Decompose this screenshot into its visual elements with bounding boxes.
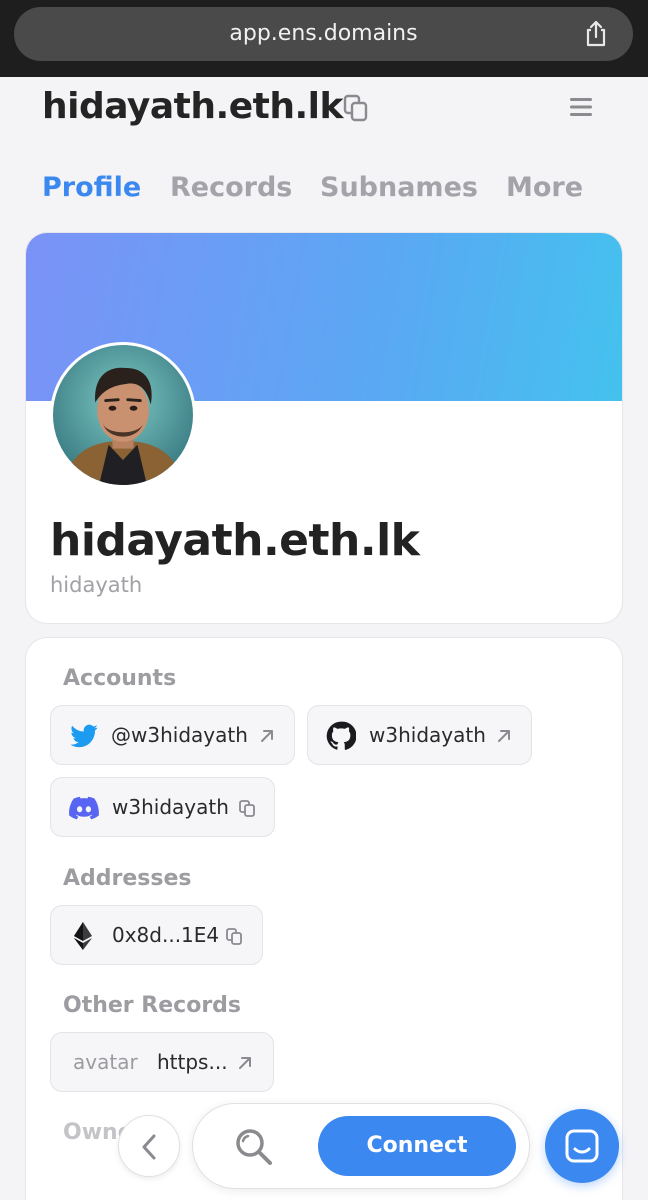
- github-icon: [326, 721, 356, 750]
- address-chip-eth[interactable]: 0x8d...1E4: [50, 905, 263, 965]
- ethereum-icon: [74, 922, 92, 950]
- record-value: https...: [157, 1050, 228, 1074]
- chat-icon: [565, 1129, 599, 1163]
- eth-address: 0x8d...1E4: [112, 923, 220, 947]
- share-icon[interactable]: [581, 19, 611, 49]
- bottom-action-bar: Connect: [192, 1103, 530, 1189]
- twitter-icon: [70, 724, 98, 748]
- discord-icon: [69, 796, 99, 820]
- avatar: [50, 342, 196, 488]
- section-accounts-label: Accounts: [63, 666, 177, 691]
- chevron-left-icon: [142, 1134, 156, 1160]
- tab-records[interactable]: Records: [170, 172, 292, 203]
- copy-icon: [226, 928, 242, 945]
- tab-profile[interactable]: Profile: [42, 172, 141, 203]
- external-link-icon: [239, 1057, 251, 1069]
- record-chip-avatar[interactable]: avatar https...: [50, 1032, 274, 1092]
- tab-more[interactable]: More: [506, 172, 583, 203]
- connect-button[interactable]: Connect: [318, 1116, 516, 1176]
- external-link-icon: [498, 730, 510, 742]
- browser-bar: app.ens.domains: [0, 0, 648, 77]
- record-key: avatar: [73, 1050, 138, 1074]
- url-text: app.ens.domains: [229, 21, 418, 46]
- chat-support-button[interactable]: [545, 1109, 619, 1183]
- profile-card: hidayath.eth.lk hidayath: [25, 232, 623, 624]
- copy-icon[interactable]: [343, 94, 369, 122]
- url-bar[interactable]: app.ens.domains: [14, 7, 633, 61]
- account-chip-github[interactable]: w3hidayath: [307, 705, 532, 765]
- page-title: hidayath.eth.lk: [42, 86, 343, 127]
- external-link-icon: [261, 730, 273, 742]
- account-chip-twitter[interactable]: @w3hidayath: [50, 705, 295, 765]
- github-handle: w3hidayath: [369, 723, 486, 747]
- section-addresses-label: Addresses: [63, 866, 192, 891]
- profile-display-name: hidayath: [50, 573, 143, 597]
- account-chip-discord[interactable]: w3hidayath: [50, 777, 275, 837]
- tab-subnames[interactable]: Subnames: [320, 172, 478, 203]
- hamburger-menu-icon[interactable]: [570, 97, 592, 117]
- twitter-handle: @w3hidayath: [111, 723, 248, 747]
- profile-name: hidayath.eth.lk: [50, 515, 420, 566]
- section-other-records-label: Other Records: [63, 993, 242, 1018]
- search-icon[interactable]: [233, 1126, 275, 1168]
- discord-handle: w3hidayath: [112, 795, 229, 819]
- copy-icon: [239, 800, 255, 817]
- back-button[interactable]: [118, 1115, 180, 1177]
